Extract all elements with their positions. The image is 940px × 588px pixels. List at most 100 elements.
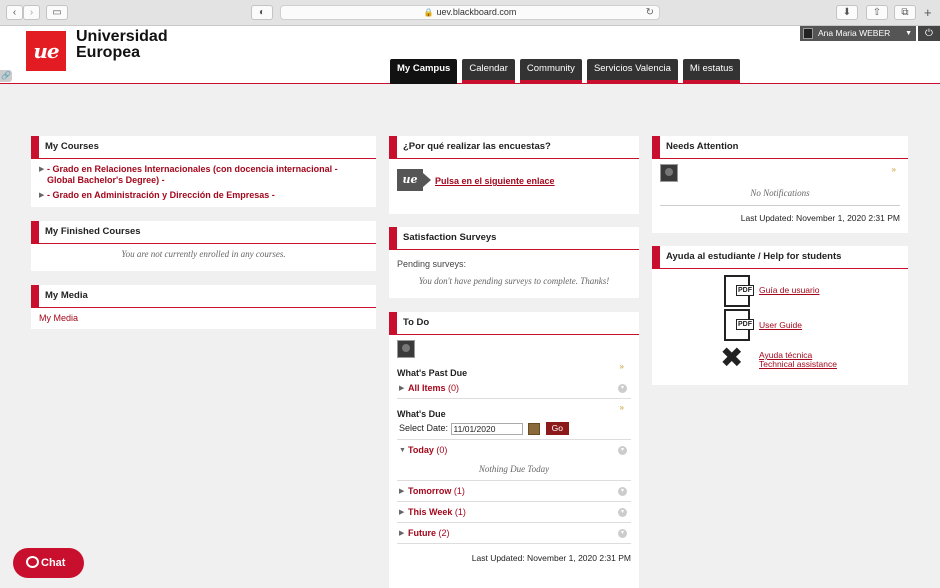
collapse-circle-icon[interactable]: ▾ <box>618 446 627 455</box>
main-tabs: My Campus Calendar Community Servicios V… <box>390 59 741 84</box>
course-item[interactable]: ▶ - Grado en Administración y Dirección … <box>39 190 368 201</box>
module-title: My Media <box>31 285 376 308</box>
collapse-circle-icon[interactable]: ▾ <box>618 508 627 517</box>
pdf-icon: PDF <box>724 309 754 341</box>
due-heading: What's Due <box>397 409 446 419</box>
pdf-badge: PDF <box>736 285 754 296</box>
date-input[interactable]: 11/01/2020 <box>450 422 523 435</box>
todo-module: To Do What's Past Due » ▶ All Items (0) … <box>389 312 639 588</box>
browser-toolbar: ‹ › ▭ ◐ 🔒 uev.blackboard.com ↻ ⬇ ⇧ ⧉ + <box>0 0 940 26</box>
course-link[interactable]: - Grado en Administración y Dirección de… <box>47 190 275 200</box>
logo-line-1: Universidad <box>76 28 168 45</box>
todo-row-this-week[interactable]: ▶ This Week (1) ▾ <box>397 502 631 523</box>
tomorrow-link[interactable]: Tomorrow <box>408 486 451 496</box>
chevron-double-down-icon[interactable]: » <box>892 165 896 174</box>
expand-triangle-icon[interactable]: ▶ <box>39 190 44 201</box>
ue-logo-icon: ue <box>397 169 423 191</box>
privacy-shield-icon[interactable]: ◐ <box>251 5 273 20</box>
chat-bubble-icon <box>26 556 39 568</box>
new-tab-button[interactable]: + <box>924 5 932 20</box>
module-title: ¿Por qué realizar las encuestas? <box>389 136 639 159</box>
chevron-double-down-icon[interactable]: » <box>620 403 624 412</box>
future-link[interactable]: Future <box>408 528 436 538</box>
module-title: To Do <box>389 312 639 335</box>
pdf-badge: PDF <box>736 319 754 330</box>
logo-line-2: Europea <box>76 44 141 61</box>
attention-last-updated: Last Updated: November 1, 2020 2:31 PM <box>740 213 900 223</box>
nothing-due-note: Nothing Due Today <box>397 461 631 481</box>
help-module: Ayuda al estudiante / Help for students … <box>652 246 908 385</box>
no-notifications-note: No Notifications <box>660 188 900 206</box>
chat-label: Chat <box>41 557 66 569</box>
share-icon[interactable]: ⇧ <box>866 5 888 20</box>
my-courses-module: My Courses ▶ - Grado en Relaciones Inter… <box>31 136 376 207</box>
tomorrow-count: (1) <box>453 486 465 496</box>
lock-icon: 🔒 <box>423 8 434 17</box>
todo-row-all-items[interactable]: ▶ All Items (0) ▾ <box>397 378 631 399</box>
chat-button[interactable]: Chat <box>13 548 84 578</box>
todo-last-updated: Last Updated: November 1, 2020 2:31 PM <box>471 553 631 563</box>
user-name: Ana Maria WEBER <box>818 28 891 38</box>
my-media-link[interactable]: My Media <box>39 313 78 323</box>
select-date-label: Select Date: <box>399 422 449 433</box>
module-title: Ayuda al estudiante / Help for students <box>652 246 908 269</box>
module-title: My Courses <box>31 136 376 159</box>
tab-community[interactable]: Community <box>519 59 582 83</box>
link-icon[interactable]: 🔗 <box>0 70 12 82</box>
back-button[interactable]: ‹ <box>6 5 23 20</box>
go-button[interactable]: Go <box>545 422 569 435</box>
today-link[interactable]: Today <box>408 445 434 455</box>
downloads-icon[interactable]: ⬇ <box>836 5 858 20</box>
tab-mi-estatus[interactable]: Mi estatus <box>682 59 741 83</box>
chevron-down-icon: ▼ <box>905 30 912 37</box>
module-title: My Finished Courses <box>31 221 376 244</box>
collapse-circle-icon[interactable]: ▾ <box>618 487 627 496</box>
chevron-double-down-icon[interactable]: » <box>620 362 624 371</box>
user-guide-link[interactable]: User Guide <box>759 320 802 330</box>
technical-help-en: Technical assistance <box>759 359 837 369</box>
university-logo-mark[interactable]: ue <box>26 31 66 71</box>
this-week-link[interactable]: This Week <box>408 507 452 517</box>
all-items-count: (0) <box>448 383 460 393</box>
tools-icon: ✖ <box>720 342 744 373</box>
guia-usuario-link[interactable]: Guía de usuario <box>759 285 819 295</box>
technical-help-link[interactable]: Ayuda técnica Technical assistance <box>759 351 837 369</box>
expand-triangle-icon[interactable]: ▶ <box>399 502 404 523</box>
tab-servicios-valencia[interactable]: Servicios Valencia <box>586 59 678 83</box>
collapse-circle-icon[interactable]: ▾ <box>618 384 627 393</box>
reload-icon[interactable]: ↻ <box>646 6 654 19</box>
calendar-icon[interactable] <box>528 422 541 435</box>
address-bar[interactable]: 🔒 uev.blackboard.com ↻ <box>280 5 660 20</box>
logout-power-icon[interactable]: ⏻ <box>918 26 940 41</box>
expand-triangle-icon[interactable]: ▶ <box>399 481 404 502</box>
expand-triangle-icon[interactable]: ▶ <box>399 378 404 399</box>
user-menu[interactable]: Ana Maria WEBER ▼ <box>800 26 916 41</box>
tabs-overview-icon[interactable]: ⧉ <box>894 5 916 20</box>
expand-triangle-icon[interactable]: ▶ <box>39 164 44 175</box>
select-date-row: Select Date: 11/01/2020 Go <box>397 422 631 440</box>
forward-button[interactable]: › <box>23 5 40 20</box>
tab-my-campus[interactable]: My Campus <box>390 59 458 84</box>
user-avatar <box>803 28 813 39</box>
course-item[interactable]: ▶ - Grado en Relaciones Internacionales … <box>39 164 368 186</box>
due-section: What's Due » <box>397 403 631 419</box>
pointer-icon <box>423 173 431 187</box>
collapse-triangle-icon[interactable]: ▼ <box>399 440 406 461</box>
expand-triangle-icon[interactable]: ▶ <box>399 523 404 544</box>
course-link[interactable]: - Grado en Relaciones Internacionales (c… <box>47 164 338 185</box>
todo-row-today[interactable]: ▼ Today (0) ▾ <box>397 440 631 461</box>
todo-row-future[interactable]: ▶ Future (2) ▾ <box>397 523 631 544</box>
satisfaction-surveys-module: Satisfaction Surveys Pending surveys: Yo… <box>389 227 639 298</box>
encuestas-module: ¿Por qué realizar las encuestas? ue Puls… <box>389 136 639 214</box>
pdf-icon: PDF <box>724 275 754 307</box>
my-media-module: My Media My Media <box>31 285 376 329</box>
all-items-link[interactable]: All Items <box>408 383 446 393</box>
today-count: (0) <box>436 445 448 455</box>
sidebar-toggle-icon[interactable]: ▭ <box>46 5 68 20</box>
tab-calendar[interactable]: Calendar <box>462 59 515 83</box>
pending-surveys-label: Pending surveys: <box>397 259 467 269</box>
collapse-circle-icon[interactable]: ▾ <box>618 529 627 538</box>
todo-row-tomorrow[interactable]: ▶ Tomorrow (1) ▾ <box>397 481 631 502</box>
university-logo-text[interactable]: Universidad Europea <box>76 29 168 61</box>
encuestas-link[interactable]: Pulsa en el siguiente enlace <box>435 176 555 186</box>
